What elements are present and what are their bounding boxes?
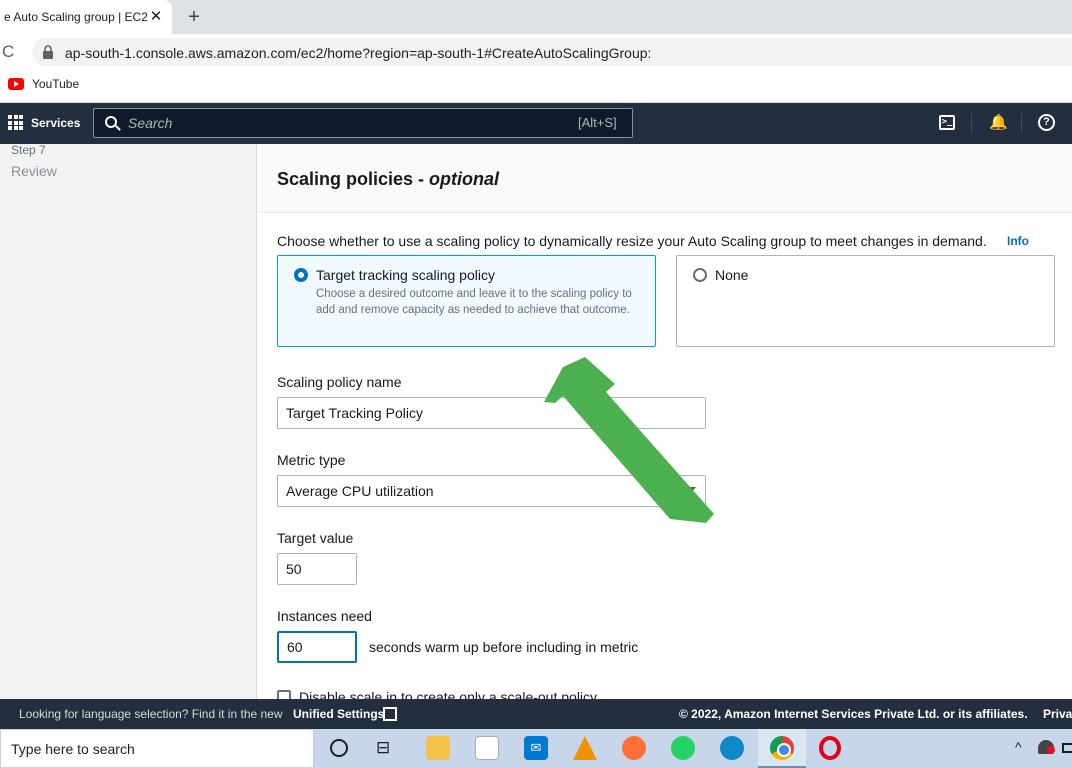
language-notice: Looking for language selection? Find it … bbox=[19, 707, 283, 721]
mail-icon[interactable]: ✉ bbox=[524, 736, 548, 760]
privacy-link[interactable]: Priva bbox=[1043, 707, 1072, 721]
instances-need-label: Instances need bbox=[277, 608, 372, 624]
bell-icon[interactable]: 🔔 bbox=[989, 114, 1008, 131]
services-menu-button[interactable]: Services bbox=[31, 116, 80, 130]
step-number: Step 7 bbox=[11, 143, 46, 157]
nav-divider bbox=[971, 113, 972, 133]
tab-close-icon[interactable]: ✕ bbox=[148, 8, 164, 26]
chrome-icon[interactable] bbox=[770, 736, 794, 760]
radio-selected-icon[interactable] bbox=[294, 268, 308, 282]
warmup-seconds-input[interactable]: 60 bbox=[277, 631, 357, 663]
wizard-steps-panel bbox=[0, 144, 257, 699]
metric-type-label: Metric type bbox=[277, 452, 346, 468]
target-value-input[interactable]: 50 bbox=[277, 553, 357, 585]
option-title: None bbox=[715, 267, 749, 283]
store-icon[interactable] bbox=[475, 736, 499, 760]
annotation-arrow bbox=[544, 357, 714, 523]
page-title: Scaling policies - optional bbox=[277, 169, 500, 189]
task-view-icon[interactable]: ⊟ bbox=[376, 738, 390, 758]
nav-divider bbox=[1021, 113, 1022, 133]
option-description: Choose a desired outcome and leave it to… bbox=[316, 288, 632, 316]
search-shortcut-hint: [Alt+S] bbox=[578, 115, 617, 130]
youtube-icon[interactable] bbox=[8, 78, 24, 90]
copyright-text: © 2022, Amazon Internet Services Private… bbox=[679, 707, 1028, 721]
opera-icon[interactable] bbox=[819, 736, 841, 760]
tray-expand-icon[interactable]: ^ bbox=[1015, 738, 1022, 756]
services-grid-icon[interactable] bbox=[8, 115, 23, 130]
new-tab-icon[interactable]: + bbox=[184, 6, 204, 28]
policy-name-label: Scaling policy name bbox=[277, 374, 402, 390]
unified-settings-link[interactable]: Unified Settings bbox=[293, 707, 384, 721]
cloudshell-icon[interactable]: >_ bbox=[939, 115, 955, 130]
whatsapp-icon[interactable] bbox=[671, 736, 695, 760]
firefox-icon[interactable] bbox=[622, 736, 646, 760]
warmup-suffix-text: seconds warm up before including in metr… bbox=[369, 639, 639, 655]
taskbar-search-placeholder: Type here to search bbox=[11, 741, 135, 757]
edge-icon[interactable] bbox=[720, 736, 744, 760]
target-value-label: Target value bbox=[277, 530, 354, 546]
annotation-arrow-shape bbox=[544, 357, 714, 523]
browser-tab[interactable]: e Auto Scaling group | EC2 bbox=[0, 0, 172, 34]
file-explorer-icon[interactable] bbox=[426, 736, 450, 760]
radio-unselected-icon[interactable] bbox=[693, 268, 707, 282]
lock-icon bbox=[43, 45, 53, 59]
vlc-icon[interactable] bbox=[573, 736, 597, 760]
search-input[interactable] bbox=[93, 108, 633, 138]
battery-icon[interactable] bbox=[1062, 743, 1072, 753]
step-review-link[interactable]: Review bbox=[11, 163, 57, 179]
reload-icon[interactable]: C bbox=[2, 42, 18, 62]
bookmarks-bar bbox=[0, 70, 1072, 103]
option-title: Target tracking scaling policy bbox=[316, 267, 495, 283]
bookmark-youtube[interactable]: YouTube bbox=[32, 77, 79, 91]
section-description: Choose whether to use a scaling policy t… bbox=[277, 233, 987, 249]
info-link[interactable]: Info bbox=[1007, 234, 1029, 248]
help-icon[interactable]: ? bbox=[1038, 114, 1055, 131]
url-text[interactable]: ap-south-1.console.aws.amazon.com/ec2/ho… bbox=[65, 45, 651, 61]
external-link-icon[interactable] bbox=[383, 707, 397, 721]
search-icon bbox=[105, 116, 117, 128]
network-icon[interactable] bbox=[1038, 740, 1055, 754]
cortana-icon[interactable] bbox=[330, 739, 348, 757]
search-placeholder: Search bbox=[128, 115, 173, 131]
